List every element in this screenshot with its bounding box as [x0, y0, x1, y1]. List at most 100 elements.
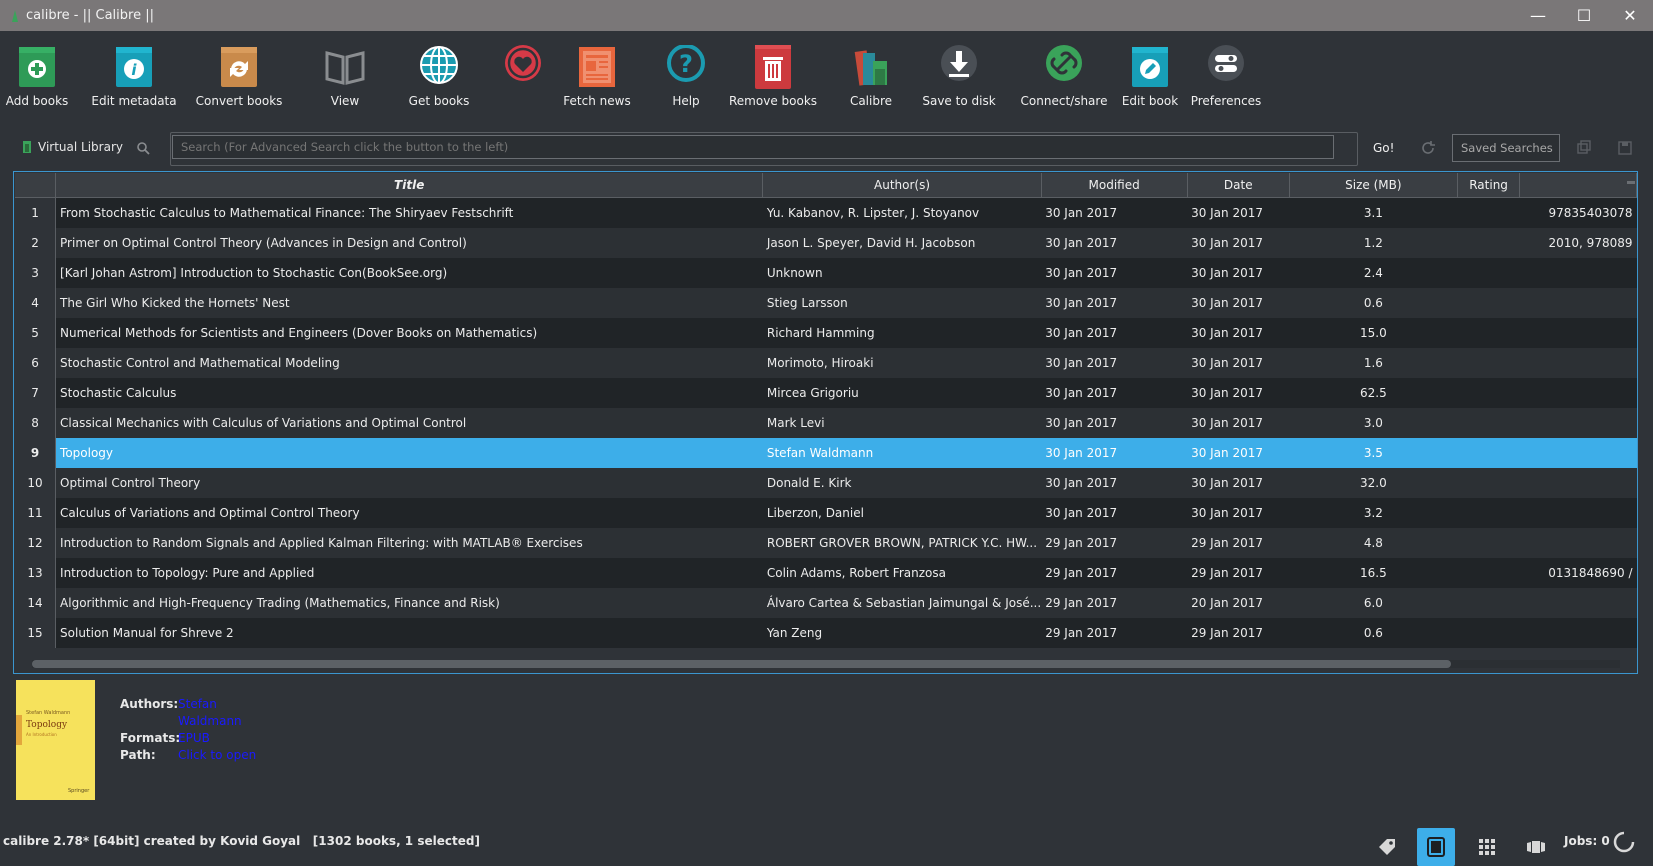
- connect-share-button[interactable]: Connect/share: [1021, 31, 1107, 111]
- book-authors-cell: Richard Hamming: [762, 318, 1042, 348]
- table-row[interactable]: 1 From Stochastic Calculus to Mathematica…: [15, 197, 1637, 228]
- book-identifiers-cell: [1519, 408, 1637, 438]
- book-title-cell: Introduction to Random Signals and Appli…: [55, 528, 763, 558]
- save-search-icon[interactable]: [1617, 140, 1633, 156]
- book-modified-cell: 30 Jan 2017: [1041, 438, 1188, 468]
- book-details-toggle[interactable]: [1417, 828, 1455, 866]
- get-books-button[interactable]: Get books: [409, 31, 469, 111]
- book-authors-cell: Álvaro Cartea & Sebastian Jaimungal & Jo…: [762, 588, 1042, 618]
- close-button[interactable]: ✕: [1607, 0, 1653, 31]
- book-authors-cell: Yu. Kabanov, R. Lipster, J. Stoyanov: [762, 197, 1042, 228]
- add-books-button[interactable]: Add books: [6, 31, 68, 111]
- path-link[interactable]: Click to open: [178, 747, 256, 764]
- table-row[interactable]: 7 Stochastic Calculus Mircea Grigoriu 30 Ja…: [15, 378, 1637, 408]
- book-size-cell: 6.0: [1289, 588, 1458, 618]
- cover-grid-toggle[interactable]: [1468, 828, 1506, 866]
- book-title-cell: [Karl Johan Astrom] Introduction to Stoc…: [55, 258, 763, 288]
- book-cover[interactable]: Stefan Waldmann Topology An Introduction…: [16, 680, 95, 800]
- column-header-identifiers[interactable]: [1519, 173, 1637, 198]
- minimize-button[interactable]: —: [1515, 0, 1561, 31]
- calibre-app-icon: [12, 9, 18, 22]
- fetch-news-button[interactable]: Fetch news: [563, 31, 631, 111]
- column-header-modified[interactable]: Modified: [1041, 173, 1188, 198]
- go-button[interactable]: Go!: [1373, 141, 1394, 155]
- maximize-button[interactable]: ☐: [1561, 0, 1607, 31]
- horizontal-scrollbar-thumb[interactable]: [32, 660, 1451, 668]
- book-details-panel: Stefan Waldmann Topology An Introduction…: [0, 678, 1653, 808]
- table-row[interactable]: 9 Topology Stefan Waldmann 30 Jan 2017 30 Ja…: [15, 438, 1637, 468]
- save-to-disk-button[interactable]: Save to disk: [922, 31, 996, 111]
- view-button[interactable]: View: [320, 31, 370, 111]
- author-link[interactable]: Stefan: [178, 696, 217, 713]
- book-authors-cell: Mark Levi: [762, 408, 1042, 438]
- cover-band: [16, 715, 22, 745]
- book-identifiers-cell: [1519, 288, 1637, 318]
- window-titlebar: calibre - || Calibre || — ☐ ✕: [0, 0, 1653, 31]
- book-title-cell: Optimal Control Theory: [55, 468, 763, 498]
- table-row[interactable]: 8 Classical Mechanics with Calculus of Va…: [15, 408, 1637, 438]
- table-row[interactable]: 6 Stochastic Control and Mathematical Mod…: [15, 348, 1637, 378]
- table-row[interactable]: 11 Calculus of Variations and Optimal Con…: [15, 498, 1637, 528]
- edit-metadata-button[interactable]: i Edit metadata: [91, 31, 177, 111]
- format-link[interactable]: EPUB: [178, 730, 210, 747]
- book-modified-cell: 29 Jan 2017: [1041, 528, 1188, 558]
- donate-button[interactable]: [501, 31, 545, 111]
- edit-metadata-icon: i: [116, 47, 152, 87]
- book-size-cell: 3.5: [1289, 438, 1458, 468]
- table-row[interactable]: 3 [Karl Johan Astrom] Introduction to Sto…: [15, 258, 1637, 288]
- book-metadata: Authors: Stefan Waldmann Formats: EPUB Pat…: [120, 696, 256, 764]
- toolbar-label: Fetch news: [563, 94, 631, 108]
- author-link-continued[interactable]: Waldmann: [178, 713, 242, 730]
- convert-books-button[interactable]: Convert books: [196, 31, 282, 111]
- status-bar: calibre 2.78* [64bit] created by Kovid G…: [0, 820, 1653, 866]
- help-button[interactable]: ? Help: [664, 31, 708, 111]
- table-row[interactable]: 5 Numerical Methods for Scientists and En…: [15, 318, 1637, 348]
- table-row[interactable]: 13 Introduction to Topology: Pure and App…: [15, 558, 1637, 588]
- cover-author: Stefan Waldmann: [26, 710, 71, 716]
- tag-browser-toggle[interactable]: [1368, 828, 1406, 866]
- horizontal-scrollbar[interactable]: [32, 660, 1620, 668]
- book-modified-cell: 30 Jan 2017: [1041, 468, 1188, 498]
- book-title-cell: The Girl Who Kicked the Hornets' Nest: [55, 288, 763, 318]
- column-header-rating[interactable]: Rating: [1457, 173, 1521, 198]
- preferences-button[interactable]: Preferences: [1191, 31, 1261, 111]
- table-row[interactable]: 10 Optimal Control Theory Donald E. Kirk 30…: [15, 468, 1637, 498]
- book-title-cell: Topology: [55, 438, 763, 468]
- book-size-cell: 16.5: [1289, 558, 1458, 588]
- column-header-size[interactable]: Size (MB): [1289, 173, 1458, 198]
- edit-book-button[interactable]: Edit book: [1122, 31, 1178, 111]
- book-identifiers-cell: 2010, 978089: [1519, 228, 1637, 258]
- cover-title: Topology: [26, 720, 68, 730]
- virtual-library-button[interactable]: Virtual Library: [22, 140, 123, 154]
- book-title-cell: Calculus of Variations and Optimal Contr…: [55, 498, 763, 528]
- toolbar-label: Get books: [408, 94, 470, 108]
- advanced-search-icon[interactable]: [136, 141, 150, 155]
- cover-browser-toggle[interactable]: [1517, 828, 1555, 866]
- table-row[interactable]: 4 The Girl Who Kicked the Hornets' Nest St…: [15, 288, 1637, 318]
- save-to-disk-icon: [941, 45, 977, 81]
- saved-searches-combo[interactable]: Saved Searches: [1452, 134, 1560, 162]
- column-header-title[interactable]: Title: [55, 173, 764, 198]
- book-rating-cell: [1457, 258, 1520, 288]
- column-header-authors[interactable]: Author(s): [762, 173, 1042, 198]
- table-row[interactable]: 2 Primer on Optimal Control Theory (Advan…: [15, 228, 1637, 258]
- table-row[interactable]: 12 Introduction to Random Signals and App…: [15, 528, 1637, 558]
- remove-books-button[interactable]: Remove books: [729, 31, 817, 111]
- book-identifiers-cell: [1519, 378, 1637, 408]
- table-row[interactable]: 14 Algorithmic and High-Frequency Trading…: [15, 588, 1637, 618]
- column-header-date[interactable]: Date: [1187, 173, 1290, 198]
- book-rating-cell: [1457, 528, 1520, 558]
- calibre-library-button[interactable]: Calibre: [846, 31, 896, 111]
- grid-icon: [1479, 839, 1495, 855]
- copy-search-icon[interactable]: [1576, 140, 1592, 156]
- table-row[interactable]: 15 Solution Manual for Shreve 2 Yan Zeng 29…: [15, 618, 1637, 648]
- book-rating-cell: [1457, 378, 1520, 408]
- row-number-header: [15, 173, 57, 198]
- vertical-scrollbar[interactable]: [1626, 178, 1636, 188]
- search-input[interactable]: [172, 135, 1334, 159]
- refresh-search-icon[interactable]: [1420, 140, 1436, 156]
- jobs-indicator[interactable]: Jobs: 0: [1564, 834, 1610, 848]
- book-modified-cell: 29 Jan 2017: [1041, 558, 1188, 588]
- book-rating-cell: [1457, 348, 1520, 378]
- row-number: 14: [15, 588, 57, 618]
